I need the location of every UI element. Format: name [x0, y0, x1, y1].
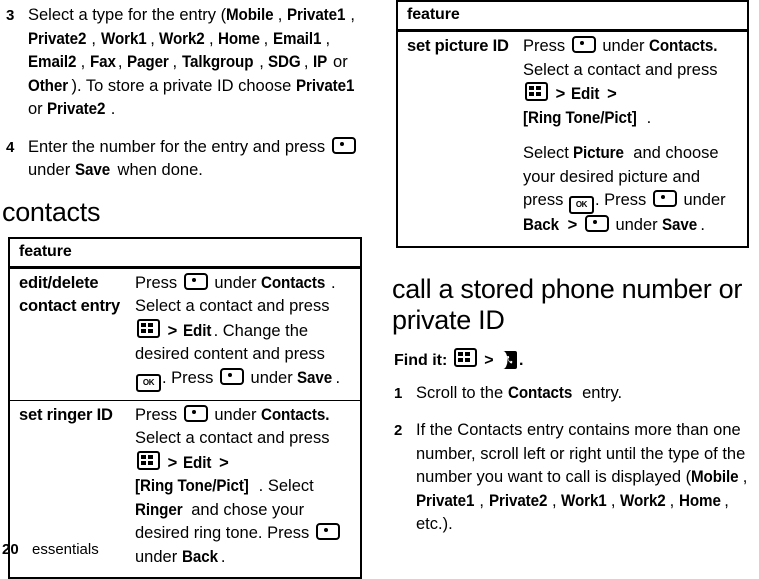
- step-text: Select a type for the entry (Mobile, Pri…: [28, 4, 380, 122]
- separator-gt: >: [550, 85, 571, 103]
- emphasis-term: Back: [523, 214, 559, 238]
- page-section-label: essentials: [32, 541, 99, 558]
- feature-label: edit/delete contact entry: [9, 267, 135, 400]
- separator-gt: >: [162, 454, 183, 472]
- description-paragraph: Select Picture and choose your desired p…: [523, 142, 739, 238]
- emphasis-term: Other: [28, 75, 68, 99]
- menu-icon: [137, 451, 160, 470]
- softkey-icon: [184, 405, 208, 422]
- emphasis-term: Contacts.: [261, 404, 329, 428]
- menu-icon: [525, 82, 548, 101]
- emphasis-term: Pager: [127, 51, 169, 75]
- emphasis-term: [Ring Tone/Pict]: [135, 475, 249, 499]
- ok-icon: OK: [136, 374, 161, 392]
- emphasis-term: Private1: [296, 75, 354, 99]
- find-it-label: Find it:: [394, 352, 452, 369]
- page-footer: 20essentials: [0, 540, 380, 560]
- step-number: 4: [0, 136, 28, 183]
- step-number: 2: [390, 419, 416, 537]
- emphasis-term: Contacts: [261, 272, 325, 296]
- emphasis-term: Ringer: [135, 499, 183, 523]
- left-steps-list: 3Select a type for the entry (Mobile, Pr…: [0, 0, 380, 183]
- softkey-icon: [316, 523, 340, 540]
- table-header-feature: feature: [9, 238, 361, 268]
- feature-description: Press under Contacts. Select a contact a…: [523, 31, 748, 247]
- ok-icon: OK: [569, 196, 594, 214]
- emphasis-term: Private2: [489, 490, 547, 514]
- emphasis-term: Private2: [47, 98, 105, 122]
- menu-icon: [454, 348, 477, 367]
- softkey-icon: [585, 215, 609, 232]
- emphasis-term: Work2: [159, 28, 205, 52]
- table-header-row: feature: [9, 238, 361, 268]
- emphasis-term: Private1: [416, 490, 474, 514]
- contacts-icon: [501, 351, 517, 369]
- table-row: edit/delete contact entryPress under Con…: [9, 267, 361, 400]
- emphasis-term: IP: [313, 51, 327, 75]
- page-section-heading-call-stored-number: call a stored phone number or private ID: [392, 274, 759, 336]
- emphasis-term: Contacts: [508, 382, 572, 406]
- emphasis-term: Private2: [28, 28, 86, 52]
- emphasis-term: Mobile: [226, 4, 274, 28]
- step-number: 1: [390, 382, 416, 406]
- separator-gt: >: [562, 216, 583, 234]
- emphasis-term: Work1: [561, 490, 607, 514]
- softkey-icon: [184, 273, 208, 290]
- page-number: 20: [0, 540, 32, 560]
- emphasis-term: Save: [662, 214, 697, 238]
- feature-description: Press under Contacts. Select a contact a…: [135, 267, 361, 400]
- contacts-feature-table: featureedit/delete contact entryPress un…: [8, 237, 362, 579]
- softkey-icon: [653, 190, 677, 207]
- numbered-step: 4Enter the number for the entry and pres…: [0, 136, 380, 183]
- step-text: Enter the number for the entry and press…: [28, 136, 380, 183]
- numbered-step: 3Select a type for the entry (Mobile, Pr…: [0, 4, 380, 122]
- emphasis-term: Save: [75, 159, 110, 183]
- emphasis-term: Mobile: [691, 466, 739, 490]
- emphasis-term: Home: [218, 28, 260, 52]
- emphasis-term: Email2: [28, 51, 76, 75]
- step-text: Scroll to the Contacts entry.: [416, 382, 759, 406]
- emphasis-term: Email1: [273, 28, 321, 52]
- table-header-row: feature: [397, 1, 748, 31]
- softkey-icon: [220, 368, 244, 385]
- emphasis-term: Work2: [620, 490, 666, 514]
- right-column: featureset picture IDPress under Contact…: [390, 0, 759, 551]
- description-paragraph: Press under Contacts. Select a contact a…: [523, 35, 739, 130]
- softkey-icon: [332, 137, 356, 154]
- menu-icon: [137, 319, 160, 338]
- separator-gt: >: [602, 85, 618, 103]
- emphasis-term: [Ring Tone/Pict]: [523, 107, 637, 131]
- emphasis-term: Talkgroup: [182, 51, 253, 75]
- manual-page: 3Select a type for the entry (Mobile, Pr…: [0, 0, 759, 564]
- page-section-heading-contacts: contacts: [2, 197, 380, 227]
- separator-gt: >: [214, 454, 230, 472]
- numbered-step: 2If the Contacts entry contains more tha…: [390, 419, 759, 537]
- emphasis-term: Save: [297, 367, 332, 391]
- step-text: If the Contacts entry contains more than…: [416, 419, 759, 537]
- right-steps-list: 1Scroll to the Contacts entry.2If the Co…: [390, 382, 759, 537]
- emphasis-term: Home: [679, 490, 721, 514]
- separator-gt: >: [162, 322, 183, 340]
- emphasis-term: Picture: [573, 142, 624, 166]
- emphasis-term: Edit: [183, 452, 211, 476]
- numbered-step: 1Scroll to the Contacts entry.: [390, 382, 759, 406]
- table-row: set picture IDPress under Contacts. Sele…: [397, 31, 748, 247]
- description-paragraph: Press under Contacts. Select a contact a…: [135, 272, 352, 392]
- table-header-feature: feature: [397, 1, 748, 31]
- emphasis-term: Work1: [101, 28, 147, 52]
- emphasis-term: Edit: [183, 320, 211, 344]
- emphasis-term: Private1: [287, 4, 345, 28]
- emphasis-term: Fax: [90, 51, 116, 75]
- softkey-icon: [572, 36, 596, 53]
- find-it-line: Find it: > .: [394, 348, 759, 372]
- emphasis-term: Edit: [571, 83, 599, 107]
- left-column: 3Select a type for the entry (Mobile, Pr…: [0, 0, 380, 579]
- emphasis-term: Contacts.: [649, 35, 717, 59]
- feature-label: set picture ID: [397, 31, 523, 247]
- separator-gt: >: [479, 352, 499, 369]
- emphasis-term: SDG: [268, 51, 301, 75]
- step-number: 3: [0, 4, 28, 122]
- picture-id-feature-table: featureset picture IDPress under Contact…: [396, 0, 749, 248]
